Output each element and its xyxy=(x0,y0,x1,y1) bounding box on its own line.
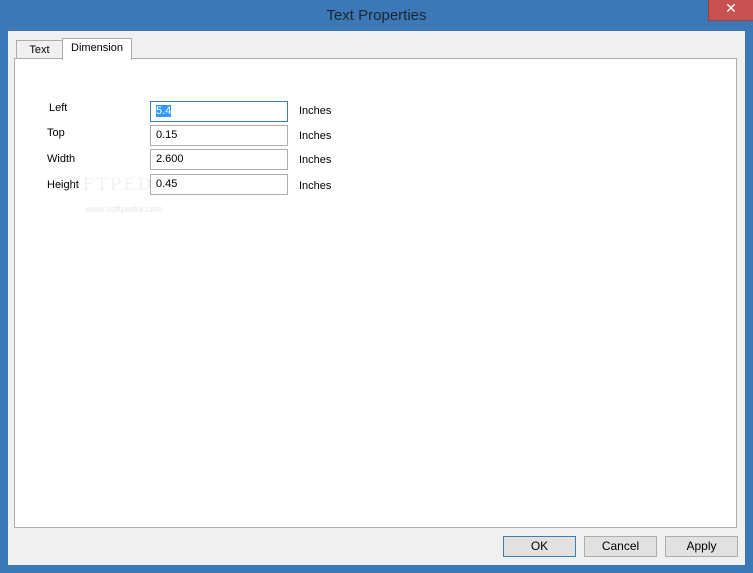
width-label: Width xyxy=(47,153,76,165)
left-unit: Inches xyxy=(299,105,332,117)
dialog-client-area: Text Dimension SOFTPEDIA www.softpedia.c… xyxy=(8,31,745,565)
width-value: 2.600 xyxy=(156,153,184,165)
cancel-button[interactable]: Cancel xyxy=(584,536,657,557)
dialog-window: Text Properties ✕ Text Dimension SOFTPED… xyxy=(0,0,753,573)
left-input[interactable]: 5.4 xyxy=(150,101,288,122)
width-input[interactable]: 2.600 xyxy=(150,149,288,170)
tab-text[interactable]: Text xyxy=(16,40,63,60)
left-label: Left xyxy=(49,102,68,114)
dimension-panel: SOFTPEDIA www.softpedia.com Left 5.4 Inc… xyxy=(14,58,737,528)
tab-text-label: Text xyxy=(29,44,50,56)
height-unit: Inches xyxy=(299,180,332,192)
title-bar[interactable]: Text Properties ✕ xyxy=(0,0,753,31)
left-value: 5.4 xyxy=(156,105,172,117)
tab-dimension[interactable]: Dimension xyxy=(62,38,132,60)
top-label: Top xyxy=(47,127,65,139)
close-icon: ✕ xyxy=(725,1,737,17)
apply-button[interactable]: Apply xyxy=(665,536,738,557)
watermark-logo: SOFTPEDIA xyxy=(53,175,177,195)
tab-dimension-label: Dimension xyxy=(71,42,123,54)
watermark-url: www.softpedia.com xyxy=(85,204,163,214)
window-title: Text Properties xyxy=(326,7,427,24)
top-unit: Inches xyxy=(299,130,332,142)
top-input[interactable]: 0.15 xyxy=(150,125,288,146)
top-value: 0.15 xyxy=(156,129,178,141)
close-button[interactable]: ✕ xyxy=(708,0,753,21)
width-unit: Inches xyxy=(299,154,332,166)
ok-button[interactable]: OK xyxy=(503,536,576,557)
